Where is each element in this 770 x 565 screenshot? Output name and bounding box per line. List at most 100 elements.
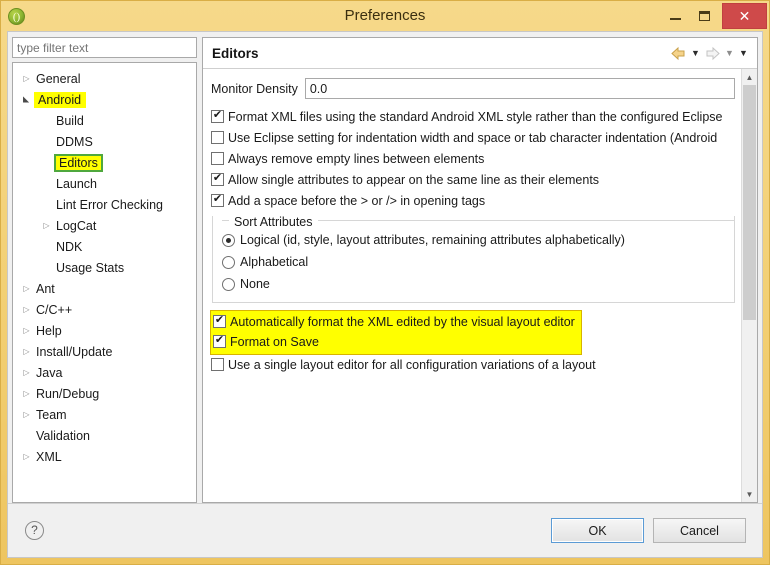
tree-item-usage-stats[interactable]: Usage Stats: [13, 257, 196, 278]
scroll-down-button[interactable]: ▼: [742, 486, 757, 502]
preferences-window: Preferences ✕ ▷General◢AndroidBuildDDMSE…: [0, 0, 770, 565]
scrollbar-track[interactable]: [742, 85, 757, 486]
radio-unselected-icon[interactable]: [222, 278, 235, 291]
checkbox-checked-icon[interactable]: [211, 108, 224, 123]
tree-item-team[interactable]: ▷ Team: [13, 404, 196, 425]
twisty-collapsed-icon[interactable]: ▷: [19, 452, 34, 461]
checkbox-row[interactable]: Format on Save: [213, 332, 575, 352]
tree-item-lint-error-checking[interactable]: Lint Error Checking: [13, 194, 196, 215]
twisty-collapsed-icon[interactable]: ▷: [19, 74, 34, 83]
tree-item-launch[interactable]: Launch: [13, 173, 196, 194]
checkbox-label: Always remove empty lines between elemen…: [228, 152, 485, 166]
radio-row[interactable]: Logical (id, style, layout attributes, r…: [222, 230, 734, 252]
tree-item-android[interactable]: ◢ Android: [13, 89, 196, 110]
tree-item-general[interactable]: ▷ General: [13, 68, 196, 89]
checkbox-row[interactable]: Use Eclipse setting for indentation widt…: [211, 128, 741, 149]
page-title: Editors: [212, 45, 259, 61]
tree-item-label: C/C++: [36, 302, 73, 317]
tree-item-install-update[interactable]: ▷ Install/Update: [13, 341, 196, 362]
tree-item-label: Build: [56, 113, 84, 128]
panes: ▷General◢AndroidBuildDDMSEditorsLaunchLi…: [8, 32, 762, 503]
dialog-buttons: OK Cancel: [551, 518, 746, 543]
twisty-collapsed-icon[interactable]: ▷: [19, 389, 34, 398]
monitor-density-row: Monitor Density: [211, 78, 741, 99]
settings-content: Monitor Density Format XML files using t…: [203, 69, 741, 502]
bottom-checkbox-group: Use a single layout editor for all confi…: [211, 355, 741, 376]
scrollbar-thumb[interactable]: [743, 85, 756, 320]
checkbox-unchecked-icon[interactable]: [211, 152, 224, 165]
tree-item-label: Ant: [36, 281, 55, 296]
legend-line-right: [317, 220, 734, 221]
forward-arrow-icon: [704, 46, 721, 61]
checkbox-label: Allow single attributes to appear on the…: [228, 173, 600, 187]
checkbox-label: Add a space before the > or /> in openin…: [228, 194, 486, 208]
tree-item-build[interactable]: Build: [13, 110, 196, 131]
title-bar: Preferences ✕: [1, 1, 769, 31]
radio-row[interactable]: Alphabetical: [222, 252, 734, 274]
forward-dropdown-icon: ▼: [725, 48, 734, 58]
tree-item-label: Install/Update: [36, 344, 113, 359]
radio-selected-icon[interactable]: [222, 234, 235, 247]
twisty-expanded-icon[interactable]: ◢: [22, 92, 31, 107]
checkbox-unchecked-icon[interactable]: [211, 358, 224, 371]
twisty-collapsed-icon[interactable]: ▷: [19, 284, 34, 293]
checkbox-row[interactable]: Always remove empty lines between elemen…: [211, 149, 741, 170]
tree-item-label: Editors: [54, 153, 103, 172]
filter-input[interactable]: [12, 37, 197, 58]
checkbox-row[interactable]: Use a single layout editor for all confi…: [211, 355, 741, 376]
tree-item-ddms[interactable]: DDMS: [13, 131, 196, 152]
checkbox-row[interactable]: Format XML files using the standard Andr…: [211, 107, 741, 128]
tree-item-label: LogCat: [56, 218, 97, 233]
tree-item-label: DDMS: [56, 134, 93, 149]
group-legend-row: Sort Attributes: [222, 215, 734, 229]
cancel-button[interactable]: Cancel: [653, 518, 746, 543]
tree-item-validation[interactable]: Validation: [13, 425, 196, 446]
tree-item-logcat[interactable]: ▷ LogCat: [13, 215, 196, 236]
tree-item-java[interactable]: ▷ Java: [13, 362, 196, 383]
checkbox-unchecked-icon[interactable]: [211, 131, 224, 144]
checkbox-checked-icon[interactable]: [211, 171, 224, 186]
help-icon[interactable]: ?: [25, 521, 44, 540]
checkbox-row[interactable]: Allow single attributes to appear on the…: [211, 170, 741, 191]
tree-item-c-c[interactable]: ▷ C/C++: [13, 299, 196, 320]
tree-item-ant[interactable]: ▷ Ant: [13, 278, 196, 299]
tree-item-xml[interactable]: ▷ XML: [13, 446, 196, 467]
tree-item-editors[interactable]: Editors: [13, 152, 196, 173]
monitor-density-input[interactable]: [304, 78, 735, 99]
tree-item-ndk[interactable]: NDK: [13, 236, 196, 257]
tree-item-label: Team: [36, 407, 67, 422]
scroll-up-button[interactable]: ▲: [742, 69, 757, 85]
radio-label: Logical (id, style, layout attributes, r…: [240, 233, 625, 247]
back-arrow-icon[interactable]: [670, 46, 687, 61]
checkbox-checked-icon[interactable]: [213, 333, 226, 348]
checkbox-checked-icon[interactable]: [211, 192, 224, 207]
twisty-collapsed-icon[interactable]: ▷: [19, 347, 34, 356]
radio-unselected-icon[interactable]: [222, 256, 235, 269]
checkbox-checked-icon[interactable]: [213, 313, 226, 328]
twisty-collapsed-icon[interactable]: ▷: [19, 410, 34, 419]
tree-item-label: Run/Debug: [36, 386, 100, 401]
navigation-icons: ▼ ▼ ▼: [670, 46, 749, 61]
tree-item-help[interactable]: ▷ Help: [13, 320, 196, 341]
sort-attributes-group: Sort Attributes Logical (id, style, layo…: [212, 215, 735, 303]
preferences-tree[interactable]: ▷ General ◢ Android Build DDMS Editors Launch Li…: [12, 62, 197, 503]
tree-item-run-debug[interactable]: ▷ Run/Debug: [13, 383, 196, 404]
twisty-collapsed-icon[interactable]: ▷: [19, 368, 34, 377]
checkbox-row[interactable]: Automatically format the XML edited by t…: [213, 312, 575, 332]
twisty-collapsed-icon[interactable]: ▷: [19, 305, 34, 314]
content-scrollbar[interactable]: ▲ ▼: [741, 69, 757, 502]
twisty-collapsed-icon[interactable]: ▷: [19, 326, 34, 335]
tree-item-label: Lint Error Checking: [56, 197, 163, 212]
back-dropdown-icon[interactable]: ▼: [690, 48, 701, 58]
radio-row[interactable]: None: [222, 274, 734, 296]
tree-item-label: NDK: [56, 239, 83, 254]
checkbox-row[interactable]: Add a space before the > or /> in openin…: [211, 191, 741, 212]
view-menu-icon[interactable]: ▼: [738, 48, 749, 58]
ok-button[interactable]: OK: [551, 518, 644, 543]
twisty-collapsed-icon[interactable]: ▷: [39, 221, 54, 230]
tree-item-label: Android: [34, 91, 87, 108]
sort-attributes-legend: Sort Attributes: [234, 214, 313, 229]
checkbox-label: Use a single layout editor for all confi…: [228, 358, 596, 372]
legend-line-left: [222, 220, 229, 221]
content-scroll-area: Monitor Density Format XML files using t…: [203, 69, 757, 502]
